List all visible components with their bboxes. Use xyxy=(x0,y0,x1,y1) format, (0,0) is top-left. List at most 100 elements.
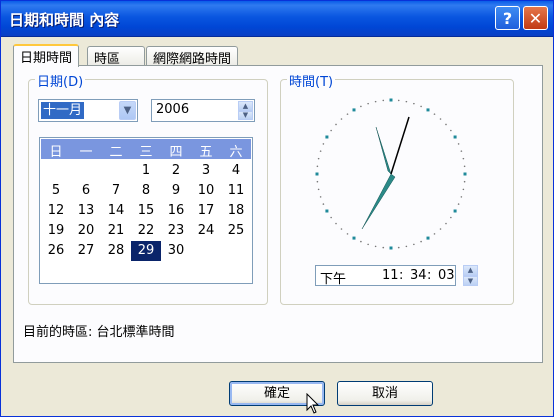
dialog-window: 日期和時間 內容 ? ✕ 日期時間 時區 網際網路時間 日期(D) 十一月 ▼ … xyxy=(0,0,554,417)
clock-minute-mark xyxy=(322,143,325,145)
clock-hour-mark xyxy=(426,236,430,240)
clock-minute-mark xyxy=(382,99,385,102)
clock-minute-mark xyxy=(457,143,460,145)
clock-minute-mark xyxy=(374,100,377,103)
calendar-day[interactable]: 9 xyxy=(161,181,191,201)
weekday-label: 日 xyxy=(49,145,63,160)
calendar-day[interactable]: 13 xyxy=(71,201,101,221)
clock-minute-mark xyxy=(346,113,349,115)
clock-minute-mark xyxy=(346,233,349,235)
weekday-label: 一 xyxy=(79,145,93,160)
chevron-down-icon[interactable]: ▼ xyxy=(119,101,136,120)
calendar-day[interactable]: 2 xyxy=(161,161,191,181)
clock-hour-mark xyxy=(389,246,393,250)
calendar-day[interactable]: 26 xyxy=(41,241,71,261)
clock-hour-mark xyxy=(389,98,393,102)
spin-up-icon[interactable]: ▲ xyxy=(463,265,478,276)
month-value: 十一月 xyxy=(41,102,85,119)
ampm-value[interactable]: 下午 xyxy=(320,268,346,287)
calendar-day[interactable]: 3 xyxy=(191,161,221,181)
clock-hour-mark xyxy=(463,172,467,176)
calendar-day[interactable]: 4 xyxy=(221,161,251,181)
tab-internet-time[interactable]: 網際網路時間 xyxy=(146,46,239,67)
calendar-day[interactable]: 25 xyxy=(221,221,251,241)
clock-minute-mark xyxy=(462,188,465,191)
calendar-day[interactable]: 23 xyxy=(161,221,191,241)
calendar-day[interactable]: 27 xyxy=(71,241,101,261)
analog-clock xyxy=(315,98,467,250)
clock-minute-mark xyxy=(317,188,320,191)
calendar-day[interactable]: 17 xyxy=(191,201,221,221)
clock-hour-mark xyxy=(325,209,329,213)
hour-hand xyxy=(375,126,392,175)
calendar-day[interactable]: 15 xyxy=(131,201,161,221)
weekday-label: 六 xyxy=(229,145,243,160)
calendar-day[interactable]: 8 xyxy=(131,181,161,201)
help-button[interactable]: ? xyxy=(495,6,520,30)
minute-value[interactable]: 34 xyxy=(410,268,427,283)
clock-minute-mark xyxy=(463,180,466,183)
clock-minute-mark xyxy=(316,180,319,183)
clock-minute-mark xyxy=(420,105,422,108)
clock-minute-mark xyxy=(405,100,408,103)
clock-minute-mark xyxy=(316,165,319,168)
close-icon: ✕ xyxy=(528,8,543,28)
calendar-day[interactable]: 19 xyxy=(41,221,71,241)
weekday-label: 五 xyxy=(199,145,213,160)
month-select[interactable]: 十一月 ▼ xyxy=(38,99,138,122)
calendar-day[interactable]: 28 xyxy=(101,241,131,261)
calendar-day[interactable]: 21 xyxy=(101,221,131,241)
calendar-day[interactable]: 30 xyxy=(161,241,191,261)
date-group-label: 日期(D) xyxy=(35,71,86,90)
calendar-day[interactable]: 22 xyxy=(131,221,161,241)
clock-minute-mark xyxy=(413,243,415,246)
calendar-day-selected[interactable]: 29 xyxy=(131,241,161,261)
time-stepper[interactable]: ▲ ▼ xyxy=(460,265,478,286)
clock-minute-mark xyxy=(439,118,442,120)
clock-minute-mark xyxy=(460,196,463,198)
clock-minute-mark xyxy=(319,196,322,198)
spin-down-icon[interactable]: ▼ xyxy=(463,275,478,286)
time-field[interactable]: 下午 11 : 34 : 03 xyxy=(315,265,456,287)
second-value[interactable]: 03 xyxy=(438,268,455,283)
clock-minute-mark xyxy=(450,216,452,219)
calendar-day[interactable]: 5 xyxy=(41,181,71,201)
weekday-label: 二 xyxy=(109,145,123,160)
time-separator: : xyxy=(427,268,432,283)
calendar-day[interactable]: 24 xyxy=(191,221,221,241)
clock-minute-mark xyxy=(433,233,436,235)
clock-hour-mark xyxy=(352,108,356,112)
calendar-day[interactable]: 11 xyxy=(221,181,251,201)
calendar-day[interactable]: 18 xyxy=(221,201,251,221)
calendar-day[interactable]: 12 xyxy=(41,201,71,221)
spin-down-icon[interactable]: ▼ xyxy=(238,110,253,120)
calendar-day[interactable]: 7 xyxy=(101,181,131,201)
spin-up-icon[interactable]: ▲ xyxy=(238,101,253,111)
calendar-day[interactable]: 6 xyxy=(71,181,101,201)
mouse-cursor-icon xyxy=(306,393,320,414)
calendar-day[interactable]: 16 xyxy=(161,201,191,221)
clock-hour-mark xyxy=(453,209,457,213)
clock-minute-mark xyxy=(439,228,442,230)
tab-date-time[interactable]: 日期時間 xyxy=(13,44,80,67)
clock-minute-mark xyxy=(374,245,377,248)
time-group-label: 時間(T) xyxy=(287,71,336,90)
year-value: 2006 xyxy=(156,102,190,117)
clock-minute-mark xyxy=(463,165,466,168)
title-bar[interactable]: 日期和時間 內容 ? ✕ xyxy=(1,1,553,37)
year-stepper[interactable]: 2006 ▲ ▼ xyxy=(151,99,255,122)
hour-value[interactable]: 11 xyxy=(382,268,399,283)
clock-minute-mark xyxy=(405,245,408,248)
clock-minute-mark xyxy=(382,246,385,249)
clock-minute-mark xyxy=(433,113,436,115)
calendar-day[interactable]: 14 xyxy=(101,201,131,221)
tab-time-zone[interactable]: 時區 xyxy=(87,46,145,67)
clock-minute-mark xyxy=(367,102,369,105)
clock-minute-mark xyxy=(457,203,460,205)
calendar-day[interactable]: 10 xyxy=(191,181,221,201)
calendar-day[interactable]: 20 xyxy=(71,221,101,241)
close-button[interactable]: ✕ xyxy=(523,6,548,30)
calendar-day[interactable]: 1 xyxy=(131,161,161,181)
cancel-button[interactable]: 取消 xyxy=(337,381,433,406)
clock-minute-mark xyxy=(340,118,343,120)
